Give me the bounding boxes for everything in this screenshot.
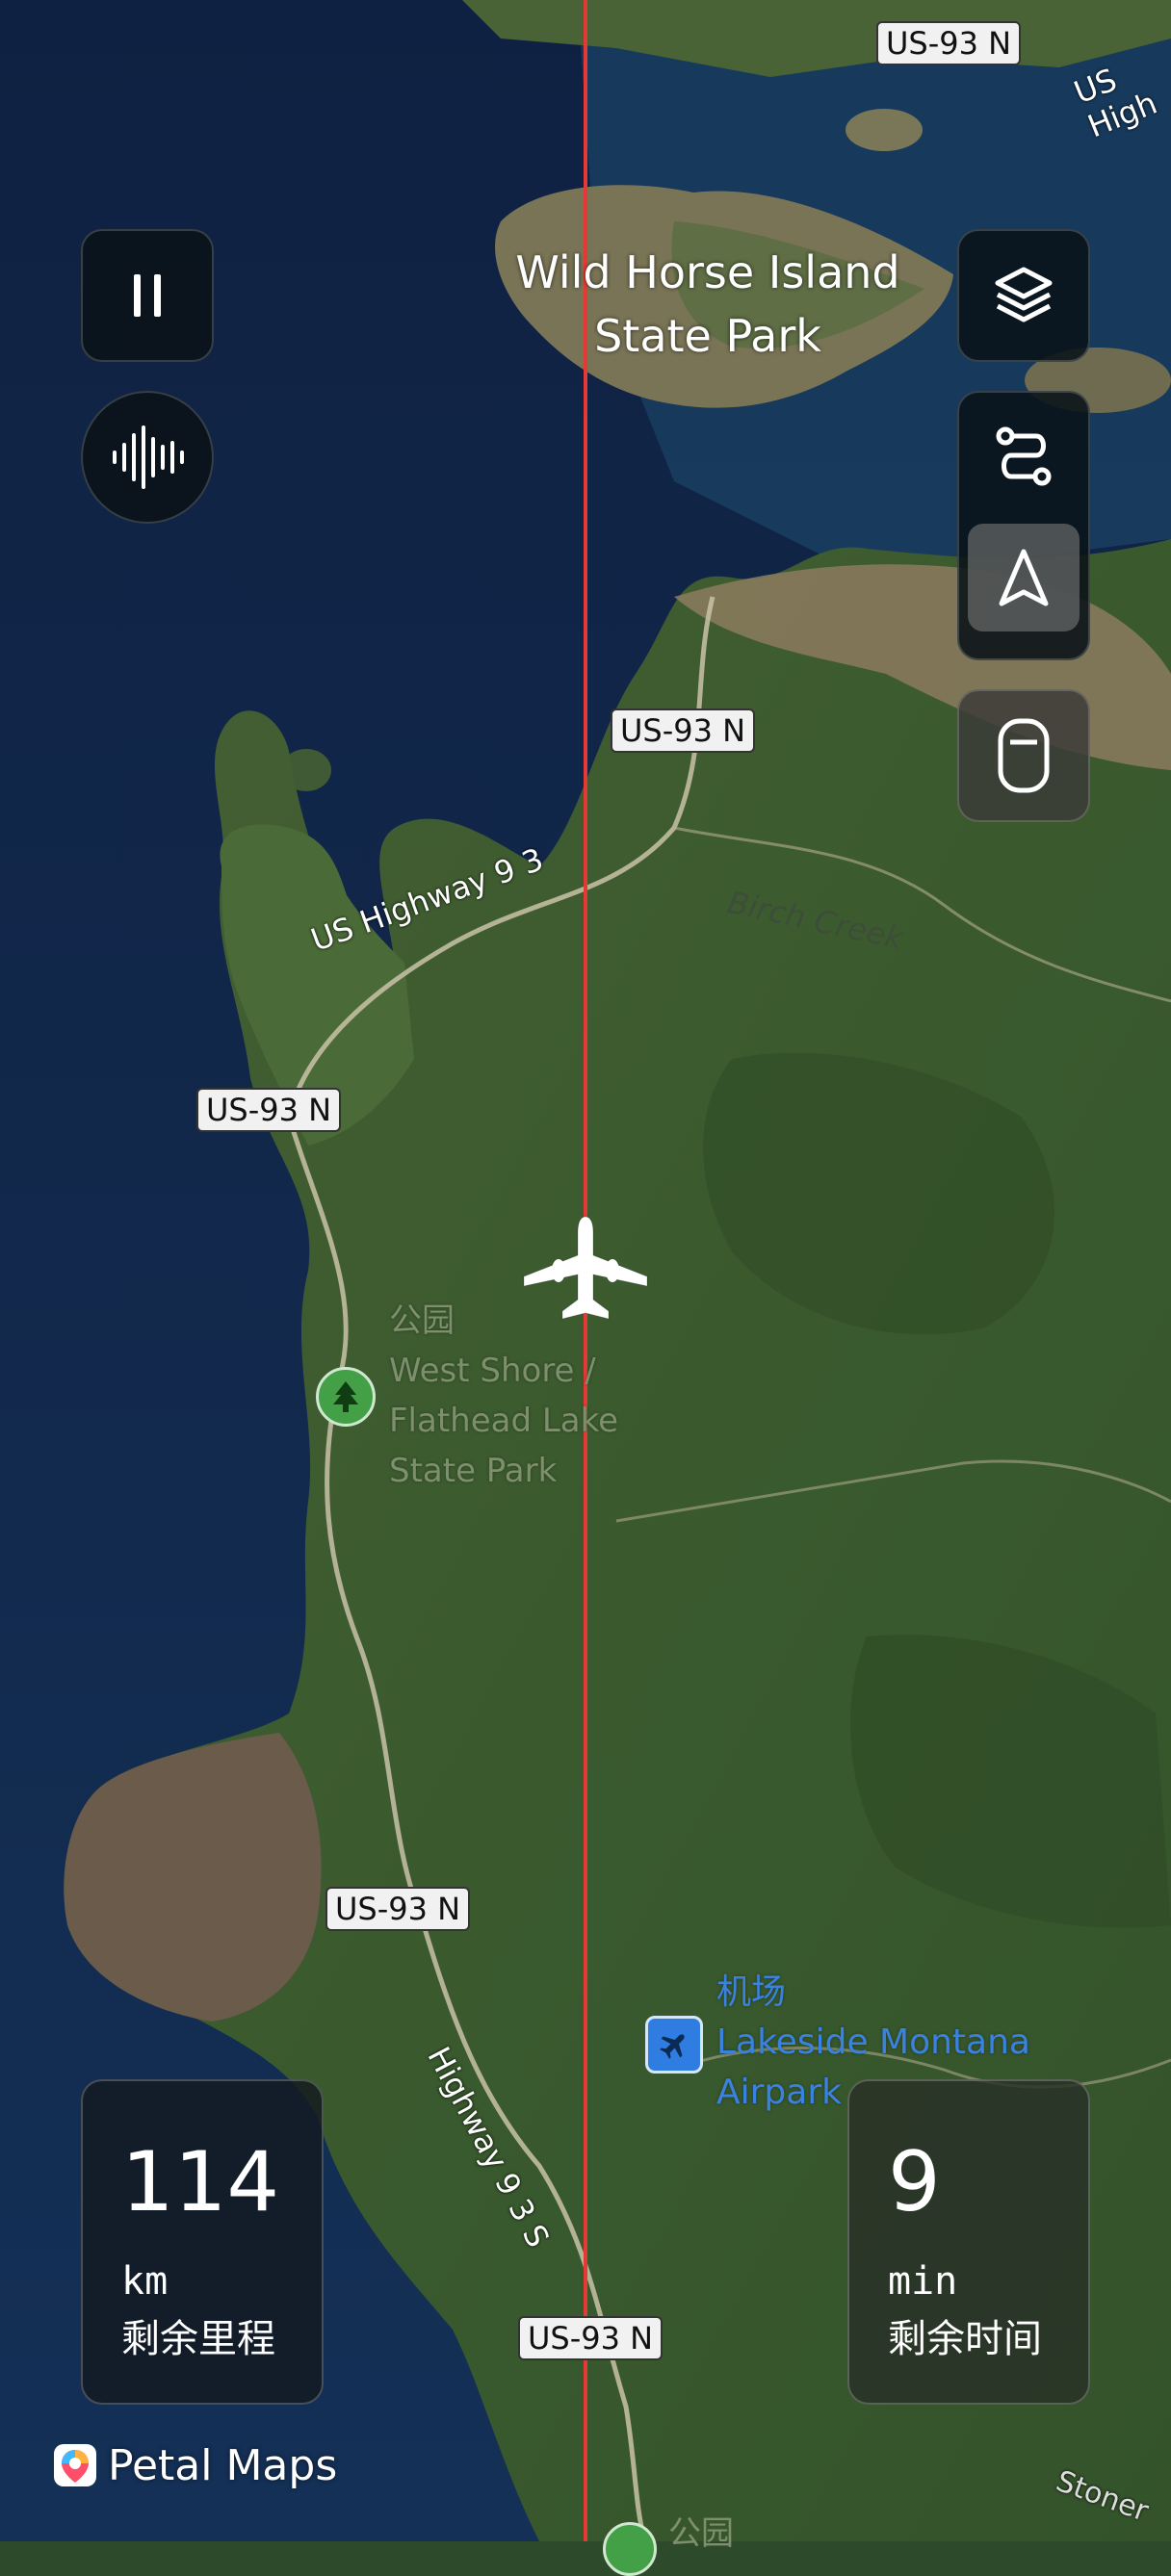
petal-maps-branding: Petal Maps [52, 2439, 337, 2491]
device-orientation-button[interactable] [957, 689, 1090, 822]
distance-value: 114 [121, 2134, 280, 2230]
airport-poi-name-line1: Lakeside Montana [716, 2022, 1030, 2062]
park-poi-name-line3: State Park [389, 1452, 558, 1490]
park-poi-label[interactable]: 公园 West Shore / Flathead Lake State Park [389, 1296, 618, 1496]
pause-button[interactable] [81, 229, 214, 362]
time-label: 剩余时间 [888, 2317, 1042, 2361]
voice-button[interactable] [81, 391, 214, 524]
navigation-arrow-icon [999, 549, 1049, 606]
airplane-small-icon [660, 2034, 685, 2059]
route-icon [996, 426, 1052, 486]
route-button[interactable] [959, 393, 1088, 520]
distance-label: 剩余里程 [121, 2317, 275, 2361]
park-poi-name-line2: Flathead Lake [389, 1402, 619, 1440]
route-nav-group [957, 391, 1090, 660]
distance-unit: km [121, 2259, 169, 2304]
park-poi-name-line1: West Shore / [389, 1352, 596, 1390]
park-poi-category: 公园 [389, 1301, 455, 1340]
time-unit: min [888, 2259, 958, 2304]
phone-orientation-icon [998, 718, 1050, 793]
remaining-time-card: 9 min 剩余时间 [847, 2079, 1090, 2405]
petal-maps-logo-icon [54, 2444, 96, 2486]
airport-poi-marker[interactable] [645, 2016, 703, 2074]
layers-icon [995, 267, 1053, 322]
time-value: 9 [888, 2134, 941, 2230]
airport-poi-category: 机场 [716, 1972, 787, 2012]
navigate-button[interactable] [968, 524, 1080, 631]
pause-icon [134, 274, 161, 317]
park-poi-marker[interactable] [316, 1367, 376, 1427]
bottom-poi-marker[interactable] [603, 2522, 657, 2576]
tree-icon [333, 1381, 358, 1412]
brand-name: Petal Maps [108, 2440, 338, 2490]
layers-button[interactable] [957, 229, 1090, 362]
sound-wave-icon [113, 425, 184, 489]
remaining-distance-card: 114 km 剩余里程 [81, 2079, 324, 2405]
small-islet [846, 109, 923, 151]
